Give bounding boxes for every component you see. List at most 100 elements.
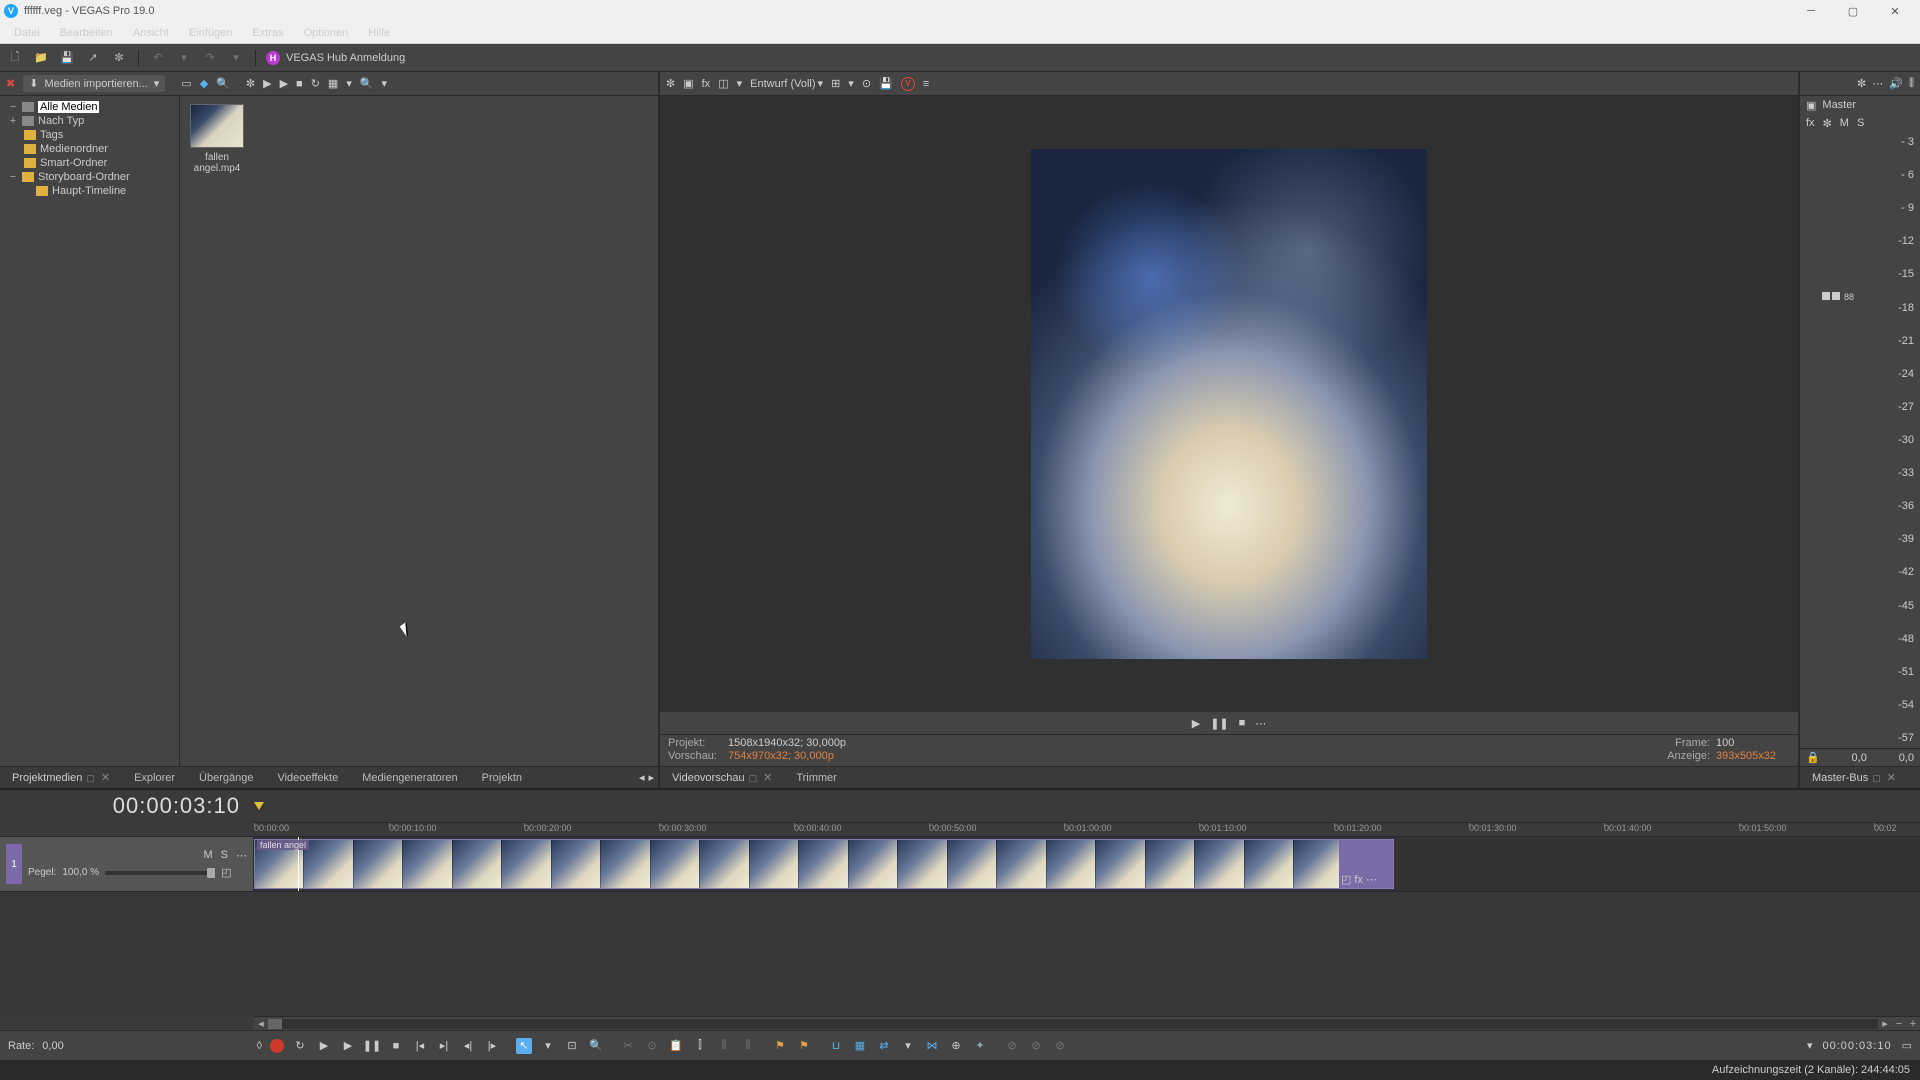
prev-split-dd-icon[interactable]: ▾ xyxy=(737,77,743,90)
ignore-icon[interactable]: ⊘ xyxy=(1004,1038,1020,1054)
tab-projektnotizen[interactable]: Projektn xyxy=(470,769,534,787)
paste-icon[interactable]: 📋 xyxy=(668,1038,684,1054)
autoripple-icon[interactable]: ⇄ xyxy=(876,1038,892,1054)
next-frame-icon[interactable]: |▸ xyxy=(484,1038,500,1054)
timecode-display[interactable]: 00:00:03:10 xyxy=(0,793,254,819)
ignore3-icon[interactable]: ⊘ xyxy=(1052,1038,1068,1054)
media-view-dd-icon[interactable]: ▾ xyxy=(346,77,352,90)
prev-scope-icon[interactable]: ≡ xyxy=(923,78,929,90)
master-mute-button[interactable]: M xyxy=(1840,117,1849,129)
ignore2-icon[interactable]: ⊘ xyxy=(1028,1038,1044,1054)
close-tab-icon[interactable]: ✕ xyxy=(101,772,110,784)
clip-fx-icon[interactable]: fx xyxy=(1354,874,1363,886)
undo-dropdown-icon[interactable]: ▾ xyxy=(175,49,193,67)
go-start-icon[interactable]: |◂ xyxy=(412,1038,428,1054)
record-button[interactable] xyxy=(270,1039,284,1053)
region-icon[interactable]: ⚑ xyxy=(796,1038,812,1054)
redo-icon[interactable]: ↷ xyxy=(201,49,219,67)
close-button[interactable]: ✕ xyxy=(1874,0,1916,22)
tab-nav-left-icon[interactable]: ◂ xyxy=(639,771,645,784)
prev-ext-icon[interactable]: ▣ xyxy=(683,77,693,90)
tc-edit-icon[interactable]: ▭ xyxy=(1902,1039,1912,1052)
clip-more-icon[interactable]: ⋯ xyxy=(1366,873,1377,886)
undo-icon[interactable]: ↶ xyxy=(149,49,167,67)
prev-grid-dd-icon[interactable]: ▾ xyxy=(848,77,854,90)
trim-icon[interactable]: ⫼ xyxy=(716,1038,732,1054)
master-fx-icon[interactable]: fx xyxy=(1806,117,1815,129)
save-icon[interactable]: 💾 xyxy=(58,49,76,67)
menu-extras[interactable]: Extras xyxy=(242,25,293,41)
open-icon[interactable]: 📁 xyxy=(32,49,50,67)
menu-optionen[interactable]: Optionen xyxy=(294,25,359,41)
master-dim-icon[interactable]: ⋯ xyxy=(1872,77,1883,90)
media-play-icon[interactable]: ▶ xyxy=(263,77,271,90)
tree-tags[interactable]: Tags xyxy=(2,128,177,142)
remove-media-icon[interactable]: ✖ xyxy=(6,77,15,90)
zoom-out-icon[interactable]: − xyxy=(1892,1018,1906,1030)
tab-trimmer[interactable]: Trimmer xyxy=(784,769,849,787)
master-mixer-icon[interactable]: ⫼ xyxy=(1909,77,1914,90)
media-list[interactable]: fallen angel.mp4 xyxy=(180,96,658,766)
lock-icon[interactable]: 🔒 xyxy=(1806,751,1820,764)
play-icon[interactable]: ▶ xyxy=(340,1038,356,1054)
rate-marker-icon[interactable]: ◊ xyxy=(257,1040,262,1052)
media-view-icon[interactable]: ▦ xyxy=(328,77,338,90)
media-search-icon[interactable]: 🔍 xyxy=(360,77,374,90)
ripple-dd-icon[interactable]: ▾ xyxy=(900,1038,916,1054)
transport-timecode[interactable]: 00:00:03:10 xyxy=(1822,1040,1891,1052)
tree-alle-medien[interactable]: −Alle Medien xyxy=(2,100,177,114)
get-media-icon[interactable]: ◆ xyxy=(200,77,208,90)
media-fx-icon[interactable]: ✼ xyxy=(246,77,255,90)
track-fx-icon[interactable]: ◰ xyxy=(221,866,231,879)
track-clips-area[interactable]: fallen angel ◰ fx ⋯ xyxy=(254,837,1920,891)
loop-icon[interactable]: ↻ xyxy=(292,1038,308,1054)
tab-explorer[interactable]: Explorer xyxy=(122,769,187,787)
media-thumb[interactable]: fallen angel.mp4 xyxy=(188,104,246,174)
autocross-icon[interactable]: ⋈ xyxy=(924,1038,940,1054)
master-speaker-icon[interactable]: 🔊 xyxy=(1889,77,1903,90)
preview-canvas[interactable] xyxy=(660,96,1798,712)
video-clip[interactable]: fallen angel ◰ fx ⋯ xyxy=(254,839,1394,889)
menu-datei[interactable]: Datei xyxy=(4,25,50,41)
tab-master-bus[interactable]: Master-Bus▢✕ xyxy=(1800,768,1908,787)
preview-stop-icon[interactable]: ■ xyxy=(1239,717,1246,729)
lock-env-icon[interactable]: ⊕ xyxy=(948,1038,964,1054)
close-tab-icon[interactable]: ✕ xyxy=(1887,772,1896,784)
tool-dd-icon[interactable]: ▾ xyxy=(540,1038,556,1054)
tree-haupt-timeline[interactable]: Haupt-Timeline xyxy=(2,184,177,198)
media-refresh-icon[interactable]: ↻ xyxy=(311,77,320,90)
capture-icon[interactable]: ▭ xyxy=(181,77,191,90)
tree-medienordner[interactable]: Medienordner xyxy=(2,142,177,156)
playhead-marker-icon[interactable] xyxy=(254,802,264,810)
tree-smart-ordner[interactable]: Smart-Ordner xyxy=(2,156,177,170)
search-media-icon[interactable]: 🔍 xyxy=(216,77,230,90)
selection-tool-icon[interactable]: ⊡ xyxy=(564,1038,580,1054)
close-tab-icon[interactable]: ✕ xyxy=(763,772,772,784)
pause-icon[interactable]: ❚❚ xyxy=(364,1038,380,1054)
prev-fx-icon[interactable]: fx xyxy=(702,78,711,90)
pin-icon[interactable]: ▢ xyxy=(749,773,758,783)
menu-einfuegen[interactable]: Einfügen xyxy=(179,25,242,41)
track-level-slider[interactable] xyxy=(105,871,215,875)
prev-save-icon[interactable]: 💾 xyxy=(879,77,893,90)
track-mute-button[interactable]: M xyxy=(203,849,212,862)
preview-play-icon[interactable]: ▶ xyxy=(1192,717,1200,730)
render-icon[interactable]: ↗ xyxy=(84,49,102,67)
prev-record-icon[interactable]: V xyxy=(901,77,915,91)
prev-grid-icon[interactable]: ⊞ xyxy=(831,77,840,90)
media-play2-icon[interactable]: ▶ xyxy=(280,77,288,90)
tab-mediengeneratoren[interactable]: Mediengeneratoren xyxy=(350,769,469,787)
tab-videovorschau[interactable]: Videovorschau▢✕ xyxy=(660,768,784,787)
menu-bearbeiten[interactable]: Bearbeiten xyxy=(50,25,123,41)
cut-icon[interactable]: ✂ xyxy=(620,1038,636,1054)
clip-crop-icon[interactable]: ◰ xyxy=(1341,873,1351,886)
scroll-left-icon[interactable]: ◂ xyxy=(254,1017,268,1030)
prev-split-icon[interactable]: ◫ xyxy=(718,77,728,90)
new-icon[interactable]: 🗋 xyxy=(6,49,24,67)
split-icon[interactable]: ⫿ xyxy=(692,1038,708,1054)
scroll-right-icon[interactable]: ▸ xyxy=(1878,1017,1892,1030)
preview-more-icon[interactable]: ⋯ xyxy=(1255,717,1266,730)
tab-videoeffekte[interactable]: Videoeffekte xyxy=(265,769,350,787)
prev-copy-icon[interactable]: ⊙ xyxy=(862,77,871,90)
pin-icon[interactable]: ▢ xyxy=(86,773,95,783)
